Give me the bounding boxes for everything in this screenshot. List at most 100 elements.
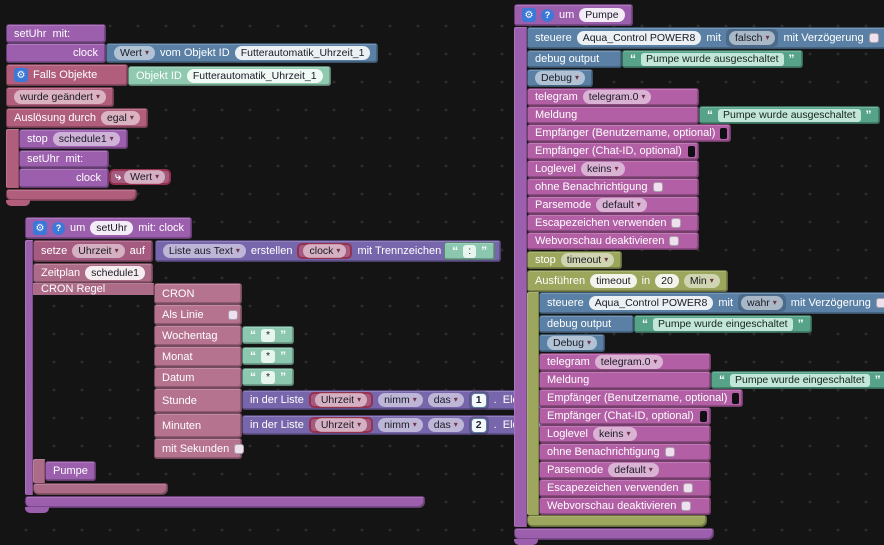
meldung-text-block[interactable]: “Pumpe wurde ausgeschaltet” (699, 106, 880, 124)
webvorschau-checkbox[interactable] (669, 236, 679, 246)
steuere-value-dropdown[interactable]: falsch▾ (729, 31, 775, 45)
list-get-block-minuten[interactable]: in der Liste Uhrzeit▾ nimm▾ das▾ 2 . Ele… (242, 415, 551, 435)
star-field[interactable]: * (261, 371, 275, 384)
telegram-instance-dropdown[interactable]: telegram.0▾ (595, 355, 664, 369)
timeout-dropdown[interactable]: timeout▾ (561, 253, 614, 267)
stop-schedule-block[interactable]: stop schedule1▾ (19, 129, 128, 149)
das-dropdown[interactable]: das▾ (428, 418, 464, 432)
webvorschau-checkbox[interactable] (681, 501, 691, 511)
liste-aus-text-block[interactable]: Liste aus Text▾ erstellen clock▾ mit Tre… (155, 240, 501, 262)
timeout-number-field[interactable]: 20 (655, 274, 679, 288)
wert-variable-block[interactable]: ⤷ Wert▾ (109, 169, 171, 185)
star-field[interactable]: * (261, 329, 275, 342)
als-linie-checkbox[interactable] (228, 310, 238, 320)
help-icon[interactable]: ? (52, 222, 65, 235)
debug-level-dropdown[interactable]: Debug▾ (535, 71, 585, 85)
benachrichtigung-checkbox[interactable] (653, 182, 663, 192)
function-name-field[interactable]: Pumpe (579, 8, 624, 22)
escape-checkbox[interactable] (683, 483, 693, 493)
telegram-instance-dropdown[interactable]: telegram.0▾ (583, 90, 652, 104)
ausfuehren-block-bottom[interactable] (527, 515, 707, 527)
index-number-field[interactable]: 1 (471, 393, 487, 408)
loglevel-dropdown[interactable]: keins▾ (593, 427, 637, 441)
star-field[interactable]: * (261, 350, 275, 363)
clock-variable-block[interactable]: clock▾ (297, 243, 352, 259)
das-dropdown[interactable]: das▾ (428, 393, 464, 407)
function-pumpe-bottom[interactable] (514, 528, 714, 540)
steuere-objekt-field[interactable]: Aqua_Control POWER8 (577, 31, 702, 45)
meldung-text-block[interactable]: “Pumpe wurde eingeschaltet” (711, 371, 884, 389)
value-socket[interactable] (732, 393, 739, 404)
list-get-block-stunde[interactable]: in der Liste Uhrzeit▾ nimm▾ das▾ 1 . Ele… (242, 390, 551, 410)
steuere-block-on[interactable]: steuere Aqua_Control POWER8 mit wahr▾ mi… (539, 292, 884, 314)
nimm-dropdown[interactable]: nimm▾ (378, 393, 423, 407)
function-name-field[interactable]: setUhr (90, 221, 133, 235)
debug-level-dropdown[interactable]: Debug▾ (547, 336, 597, 350)
falls-objekte-trigger-block[interactable]: ⚙ Falls Objekte Objekt ID Futterautomati… (6, 64, 378, 86)
ausloesung-dropdown[interactable]: egal▾ (101, 111, 140, 125)
zeitplan-header[interactable]: Zeitplan schedule1 (33, 263, 153, 283)
meldung-text-field[interactable]: Pumpe wurde ausgeschaltet (718, 109, 861, 122)
benachrichtigung-checkbox[interactable] (665, 447, 675, 457)
escape-checkbox[interactable] (671, 218, 681, 228)
parsemode-dropdown[interactable]: default▾ (596, 198, 647, 212)
value-socket[interactable] (720, 128, 727, 139)
separator-field[interactable]: : (463, 245, 476, 258)
loglevel-dropdown[interactable]: keins▾ (581, 162, 625, 176)
gear-icon[interactable]: ⚙ (33, 221, 47, 235)
verzoegerung-checkbox[interactable] (869, 33, 879, 43)
steuere-block-off[interactable]: steuere Aqua_Control POWER8 mit falsch▾ … (527, 27, 884, 49)
setuhr-call-inner-block[interactable]: setUhr mit: clock ⤷ Wert▾ (19, 150, 378, 188)
cron-block[interactable]: CRON Als Linie Wochentag “*” Monat “*” D… (154, 283, 551, 459)
objekt-id-block[interactable]: Objekt ID Futterautomatik_Uhrzeit_1 (128, 66, 331, 86)
function-setuhr-header[interactable]: ⚙ ? um setUhr mit: clock (25, 217, 192, 239)
get-value-block[interactable]: Wert▾ vom Objekt ID Futterautomatik_Uhrz… (106, 43, 378, 63)
zeitplan-block[interactable]: Zeitplan schedule1 CRON Regel CRON Als L… (33, 263, 551, 495)
list-mode-dropdown[interactable]: Liste aus Text▾ (163, 244, 246, 258)
pumpe-call-block[interactable]: Pumpe (45, 461, 96, 481)
debug-text-block[interactable]: “Pumpe wurde ausgeschaltet” (622, 50, 803, 68)
blockly-workspace[interactable]: setUhr mit: clock Wert▾ vom Objekt ID Fu… (0, 0, 884, 545)
steuere-objekt-field[interactable]: Aqua_Control POWER8 (589, 296, 714, 310)
gear-icon[interactable]: ⚙ (14, 68, 28, 82)
sekunden-checkbox[interactable] (234, 444, 244, 454)
stop-timeout-block[interactable]: stop timeout▾ (527, 251, 622, 269)
zeitplan-block-bottom[interactable] (33, 483, 168, 495)
debug-text-block[interactable]: “Pumpe wurde eingeschaltet” (634, 315, 812, 333)
objekt-id-field[interactable]: Futterautomatik_Uhrzeit_1 (235, 46, 371, 60)
telegram-block-off[interactable]: telegramtelegram.0▾ Meldung “Pumpe wurde… (527, 88, 884, 250)
datum-text-block[interactable]: “*” (242, 368, 294, 386)
uhrzeit-variable-block[interactable]: Uhrzeit▾ (309, 417, 373, 433)
value-socket[interactable] (688, 146, 695, 157)
wochentag-text-block[interactable]: “*” (242, 326, 294, 344)
change-type-dropdown[interactable]: wurde geändert▾ (14, 90, 106, 104)
steuere-value-dropdown[interactable]: wahr▾ (741, 296, 783, 310)
objekt-id-field[interactable]: Futterautomatik_Uhrzeit_1 (187, 69, 323, 83)
timeout-name-field[interactable]: timeout (590, 274, 636, 288)
variable-dropdown[interactable]: Uhrzeit▾ (72, 244, 124, 258)
function-pumpe-header[interactable]: ⚙ ? um Pumpe (514, 4, 633, 26)
value-socket[interactable] (700, 411, 707, 422)
separator-text-block[interactable]: “:” (444, 242, 495, 260)
verzoegerung-checkbox[interactable] (876, 298, 884, 308)
setuhr-call-block[interactable]: setUhr mit: clock Wert▾ vom Objekt ID Fu… (6, 24, 378, 63)
index-number-field[interactable]: 2 (471, 418, 487, 433)
function-setuhr-bottom[interactable] (25, 496, 425, 508)
debug-block-on[interactable]: debug output “Pumpe wurde eingeschaltet” (539, 315, 884, 333)
parsemode-dropdown[interactable]: default▾ (608, 463, 659, 477)
ausfuehren-header[interactable]: Ausführen timeout in 20 Min▾ (527, 270, 728, 292)
uhrzeit-variable-block[interactable]: Uhrzeit▾ (309, 392, 373, 408)
schedule-name-field[interactable]: schedule1 (85, 266, 145, 280)
gear-icon[interactable]: ⚙ (522, 8, 536, 22)
meldung-text-field[interactable]: Pumpe wurde eingeschaltet (730, 374, 870, 387)
help-icon[interactable]: ? (541, 9, 554, 22)
setze-block[interactable]: setze Uhrzeit▾ auf (33, 240, 153, 262)
nimm-dropdown[interactable]: nimm▾ (378, 418, 423, 432)
debug-block-off[interactable]: debug output “Pumpe wurde ausgeschaltet” (527, 50, 884, 68)
telegram-block-on[interactable]: telegramtelegram.0▾ Meldung “Pumpe wurde… (539, 353, 884, 515)
debug-text-field[interactable]: Pumpe wurde ausgeschaltet (641, 53, 784, 66)
schedule-dropdown[interactable]: schedule1▾ (53, 132, 120, 146)
debug-text-field[interactable]: Pumpe wurde eingeschaltet (653, 318, 793, 331)
value-attr-dropdown[interactable]: Wert▾ (114, 46, 155, 60)
monat-text-block[interactable]: “*” (242, 347, 294, 365)
